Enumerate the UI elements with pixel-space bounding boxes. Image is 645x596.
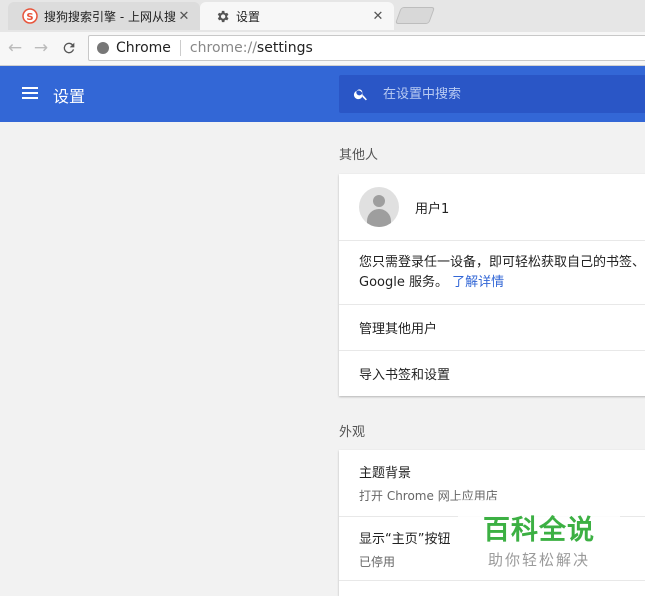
tab-settings[interactable]: 设置 ✕ [200, 2, 394, 30]
manage-users-label: 管理其他用户 [359, 322, 438, 337]
manage-users-row[interactable]: 管理其他用户 [339, 304, 645, 350]
avatar [359, 187, 399, 227]
toolbar: ← → Chrome chrome://settings [0, 32, 645, 66]
address-bar[interactable]: Chrome chrome://settings [88, 35, 645, 61]
watermark-title: 百科全说 [483, 515, 595, 546]
gear-icon [214, 8, 230, 24]
sogou-icon: S [22, 8, 38, 24]
menu-icon[interactable] [20, 84, 40, 104]
home-button-label: 显示“主页”按钮 [359, 531, 451, 547]
learn-more-link[interactable]: 了解详情 [452, 275, 504, 290]
signin-text-line1: 您只需登录任一设备，即可轻松获取自己的书签、 [359, 255, 645, 270]
profile-row[interactable]: 用户1 [339, 174, 645, 240]
home-button-status: 已停用 [359, 554, 396, 569]
url-scheme: chrome:// [189, 40, 257, 56]
next-row [339, 580, 645, 596]
settings-header: 设置 [0, 66, 645, 122]
tab-title: 搜狗搜索引擎 - 上网从搜狗开始 [44, 9, 176, 24]
theme-label: 主题背景 [359, 466, 412, 481]
chrome-chip-label: Chrome [116, 40, 171, 56]
close-icon[interactable]: ✕ [176, 9, 192, 24]
new-tab-button[interactable] [394, 7, 436, 24]
forward-arrow-icon[interactable]: → [30, 37, 52, 59]
tab-strip: S 搜狗搜索引擎 - 上网从搜狗开始 ✕ 设置 ✕ [0, 0, 645, 32]
watermark-subtitle: 助你轻松解决 [487, 551, 590, 569]
reload-icon[interactable] [58, 37, 80, 59]
import-label: 导入书签和设置 [359, 368, 451, 383]
url-text[interactable]: chrome://settings [190, 40, 313, 56]
omnibox-divider [179, 40, 181, 56]
settings-search[interactable] [339, 75, 645, 113]
signin-row: 您只需登录任一设备，即可轻松获取自己的书签、 Google 服务。 了解详情 [339, 240, 645, 304]
chrome-icon [97, 42, 109, 54]
user-name: 用户1 [415, 201, 450, 217]
search-input[interactable] [383, 86, 623, 102]
section-title-people: 其他人 [339, 148, 379, 163]
tab-sogou[interactable]: S 搜狗搜索引擎 - 上网从搜狗开始 ✕ [8, 2, 200, 30]
close-icon[interactable]: ✕ [370, 9, 386, 24]
tab-title: 设置 [236, 9, 261, 24]
search-icon [339, 86, 383, 102]
people-card: 用户1 您只需登录任一设备，即可轻松获取自己的书签、 Google 服务。 了解… [339, 174, 645, 396]
signin-text-line2: Google 服务。 [359, 275, 448, 290]
page-title: 设置 [53, 87, 86, 106]
url-path: settings [256, 40, 313, 56]
svg-text:S: S [26, 12, 33, 23]
back-arrow-icon[interactable]: ← [4, 37, 26, 59]
section-title-appearance: 外观 [339, 425, 366, 440]
watermark: 百科全说 助你轻松解决 [458, 500, 620, 572]
import-row[interactable]: 导入书签和设置 [339, 350, 645, 396]
signin-description: 您只需登录任一设备，即可轻松获取自己的书签、 Google 服务。 了解详情 [359, 241, 645, 293]
